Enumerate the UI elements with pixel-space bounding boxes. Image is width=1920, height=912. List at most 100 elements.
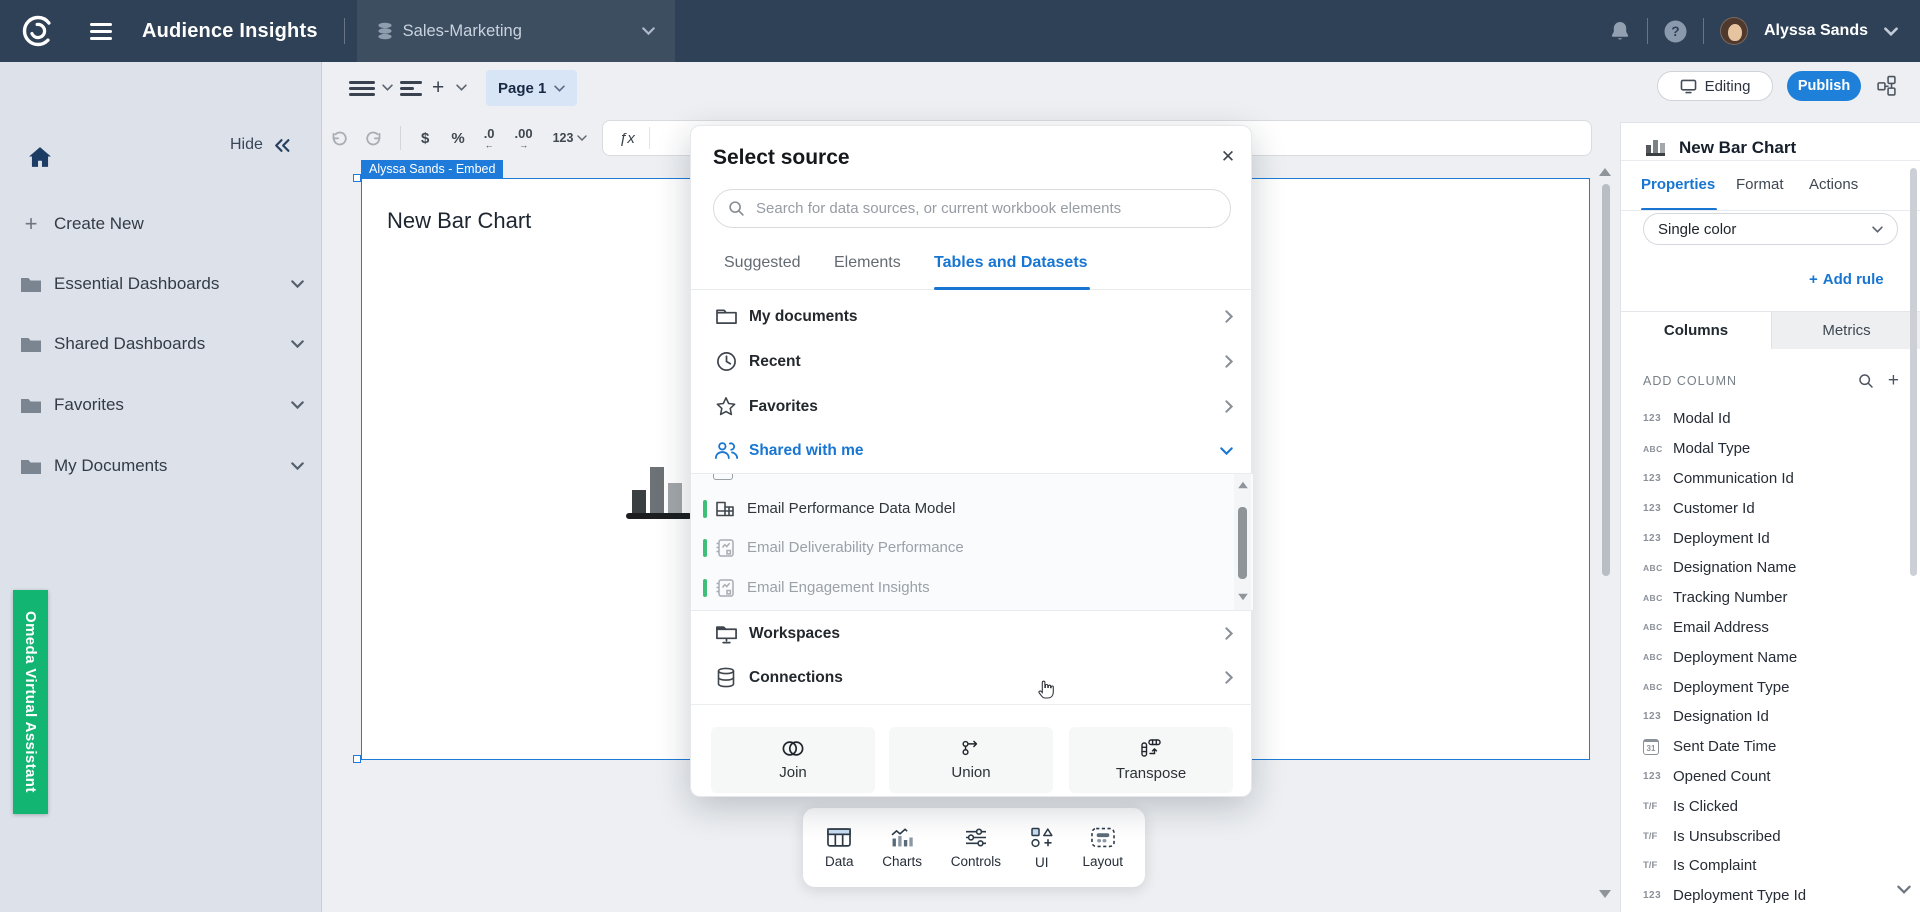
- percent-format-button[interactable]: %: [451, 131, 464, 146]
- column-item[interactable]: 31 Sent Date Time: [1621, 732, 1920, 762]
- scroll-down-arrow[interactable]: [1238, 594, 1248, 600]
- column-item[interactable]: 123 Deployment Id: [1621, 523, 1920, 553]
- app-logo-icon[interactable]: [20, 13, 56, 49]
- left-sidebar: Hide + Create New Essential Dashboards S…: [0, 62, 322, 912]
- column-item[interactable]: ABC Tracking Number: [1621, 583, 1920, 613]
- column-item[interactable]: 123 Deployment Type Id: [1621, 881, 1920, 911]
- increase-decimal-button[interactable]: .00→: [515, 127, 533, 150]
- add-element-icon[interactable]: +: [432, 76, 444, 100]
- sidebar-item-create-new[interactable]: + Create New: [0, 202, 322, 246]
- source-section-shared-with-me[interactable]: Shared with me: [691, 428, 1253, 473]
- add-rule-button[interactable]: + Add rule: [1809, 271, 1884, 288]
- color-mode-select[interactable]: Single color: [1643, 213, 1898, 245]
- main-menu-icon[interactable]: [90, 23, 112, 40]
- dock-item-ui[interactable]: UI: [1030, 826, 1054, 870]
- column-item[interactable]: ABC Deployment Name: [1621, 642, 1920, 672]
- panel-scrollbar-thumb[interactable]: [1910, 168, 1917, 576]
- column-item[interactable]: ABC Email Address: [1621, 613, 1920, 643]
- tab-metrics[interactable]: Metrics: [1771, 312, 1920, 349]
- scroll-down-arrow[interactable]: [1599, 890, 1611, 898]
- chevron-down-icon[interactable]: [291, 462, 304, 470]
- home-icon[interactable]: [28, 146, 52, 168]
- add-chevron-icon[interactable]: [456, 84, 467, 91]
- tab-columns[interactable]: Columns: [1621, 312, 1771, 349]
- column-type-icon: 123: [1643, 533, 1667, 544]
- column-item[interactable]: T/F Is Clicked: [1621, 791, 1920, 821]
- close-icon[interactable]: ✕: [1215, 144, 1241, 170]
- redo-icon[interactable]: [365, 131, 383, 146]
- source-section-connections[interactable]: Connections: [691, 655, 1253, 700]
- source-section-workspaces[interactable]: Workspaces: [691, 611, 1253, 656]
- user-avatar[interactable]: [1720, 17, 1748, 45]
- scroll-up-arrow[interactable]: [1238, 482, 1248, 488]
- column-item[interactable]: 123 Customer Id: [1621, 493, 1920, 523]
- column-item[interactable]: T/F Is Complaint: [1621, 851, 1920, 881]
- panel-scroll-down-icon[interactable]: [1897, 885, 1911, 894]
- column-item[interactable]: 123 Modal Id: [1621, 404, 1920, 434]
- selection-handle[interactable]: [353, 755, 361, 763]
- source-section-my-documents[interactable]: My documents: [691, 294, 1253, 339]
- help-icon[interactable]: ?: [1664, 20, 1687, 43]
- transpose-button[interactable]: Transpose: [1069, 727, 1233, 793]
- sublist-scrollbar-thumb[interactable]: [1238, 507, 1247, 579]
- sidebar-hide-button[interactable]: Hide: [230, 136, 290, 154]
- tab-tables-and-datasets[interactable]: Tables and Datasets: [934, 254, 1088, 272]
- source-search[interactable]: [713, 189, 1231, 228]
- search-input[interactable]: [754, 199, 1216, 218]
- selection-handle[interactable]: [353, 174, 361, 182]
- dock-item-layout[interactable]: Layout: [1082, 827, 1123, 869]
- dock-item-controls[interactable]: Controls: [951, 827, 1001, 869]
- dataset-item[interactable]: Email Engagement Insights: [691, 568, 1231, 607]
- column-item[interactable]: ABC Modal Type: [1621, 434, 1920, 464]
- outline-icon[interactable]: [400, 81, 422, 96]
- share-icon[interactable]: [1876, 75, 1897, 96]
- search-icon[interactable]: [1858, 373, 1874, 389]
- join-button[interactable]: Join: [711, 727, 875, 793]
- tab-suggested[interactable]: Suggested: [724, 254, 801, 272]
- sublist-scrollbar[interactable]: [1234, 474, 1251, 611]
- user-menu-chevron-icon[interactable]: [1884, 27, 1898, 36]
- chevron-right-icon: [1225, 355, 1233, 368]
- decrease-decimal-button[interactable]: .0←: [484, 127, 495, 150]
- column-item[interactable]: 123 Designation Id: [1621, 702, 1920, 732]
- chart-element-title: New Bar Chart: [387, 208, 531, 234]
- column-item[interactable]: T/F Is Unsubscribed: [1621, 821, 1920, 851]
- source-section-favorites[interactable]: Favorites: [691, 384, 1253, 429]
- column-item[interactable]: 123 Communication Id: [1621, 464, 1920, 494]
- currency-format-button[interactable]: $: [421, 131, 429, 146]
- sidebar-item-my-documents[interactable]: My Documents: [0, 444, 322, 488]
- list-chevron-icon[interactable]: [382, 84, 393, 91]
- source-section-recent[interactable]: Recent: [691, 339, 1253, 384]
- tab-elements[interactable]: Elements: [834, 254, 901, 272]
- tab-actions[interactable]: Actions: [1809, 176, 1858, 193]
- editing-mode-button[interactable]: Editing: [1657, 71, 1773, 101]
- canvas-scrollbar-thumb[interactable]: [1602, 184, 1610, 576]
- union-button[interactable]: Union: [889, 727, 1053, 793]
- notifications-bell-icon[interactable]: [1609, 20, 1631, 42]
- page-tab[interactable]: Page 1: [486, 70, 577, 106]
- sidebar-item-favorites[interactable]: Favorites: [0, 383, 322, 427]
- workspace-selector[interactable]: Sales-Marketing: [357, 0, 675, 62]
- chevron-down-icon[interactable]: [291, 401, 304, 409]
- tab-format[interactable]: Format: [1736, 176, 1784, 193]
- dataset-item[interactable]: Email Deliverability Performance: [691, 528, 1231, 567]
- column-item[interactable]: ABC Deployment Type: [1621, 672, 1920, 702]
- undo-icon[interactable]: [330, 131, 348, 146]
- sidebar-item-shared-dashboards[interactable]: Shared Dashboards: [0, 322, 322, 366]
- column-item[interactable]: ABC Designation Name: [1621, 553, 1920, 583]
- scroll-up-arrow[interactable]: [1599, 168, 1611, 176]
- column-item[interactable]: 123 Opened Count: [1621, 762, 1920, 792]
- workspaces-icon: [713, 624, 739, 644]
- tab-properties[interactable]: Properties: [1641, 176, 1715, 193]
- number-format-dropdown[interactable]: 123: [553, 132, 588, 145]
- dock-item-data[interactable]: Data: [825, 827, 854, 869]
- virtual-assistant-banner[interactable]: Omeda Virtual Assistant: [13, 590, 48, 814]
- chevron-down-icon[interactable]: [291, 280, 304, 288]
- publish-button[interactable]: Publish: [1787, 71, 1861, 101]
- sidebar-item-essential-dashboards[interactable]: Essential Dashboards: [0, 262, 322, 306]
- dataset-item[interactable]: Email Performance Data Model: [691, 489, 1231, 528]
- chevron-down-icon[interactable]: [291, 340, 304, 348]
- dock-item-charts[interactable]: Charts: [882, 827, 922, 869]
- add-column-plus-icon[interactable]: +: [1888, 374, 1899, 388]
- element-list-icon[interactable]: [349, 81, 375, 96]
